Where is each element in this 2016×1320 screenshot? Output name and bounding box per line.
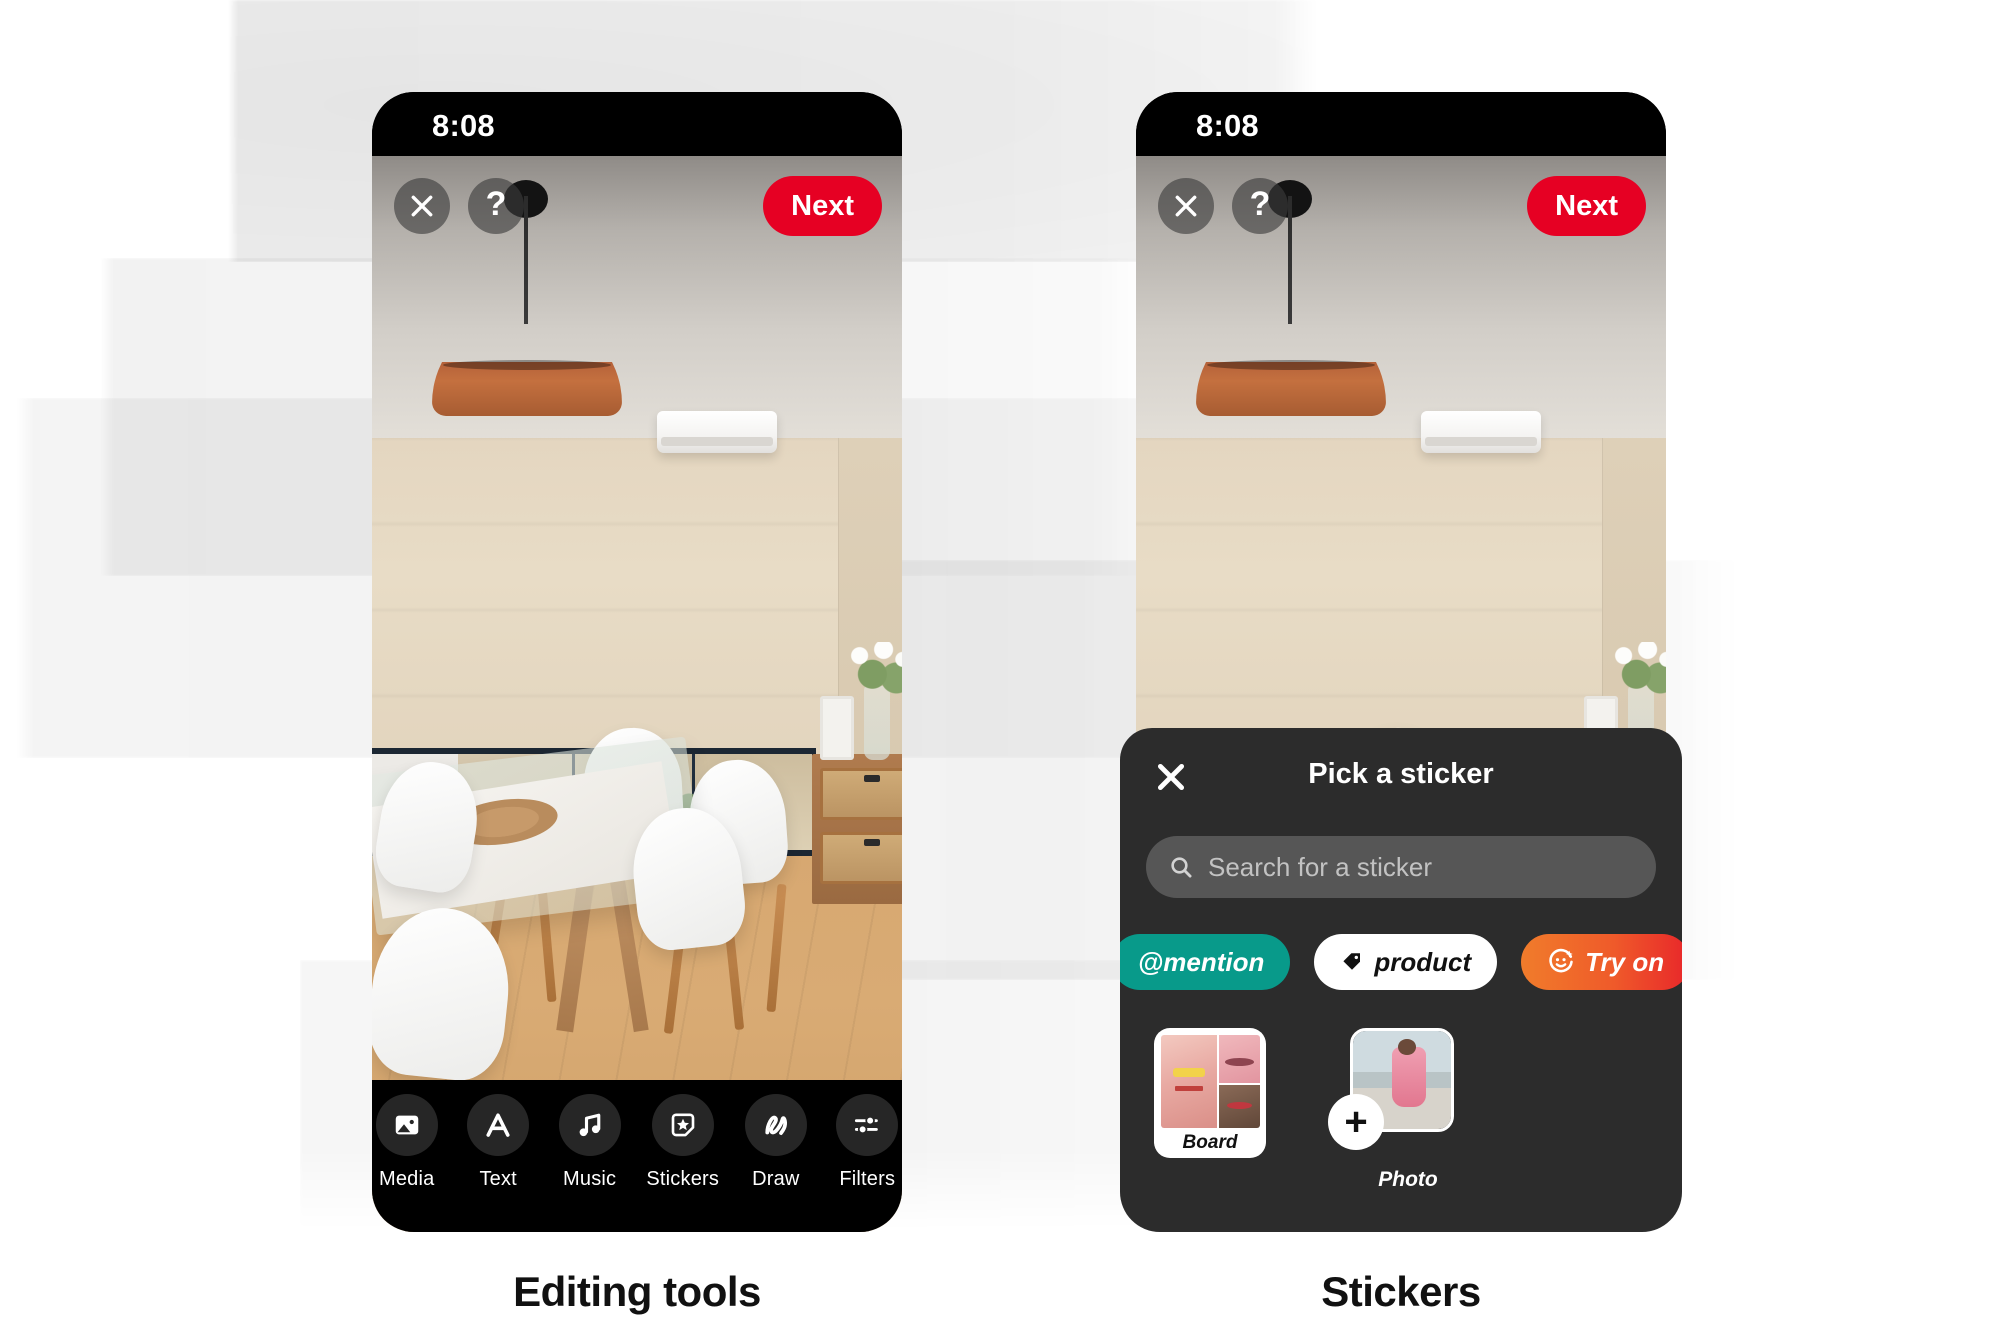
tool-label: Music bbox=[563, 1168, 617, 1190]
sheet-title: Pick a sticker bbox=[1308, 758, 1494, 790]
status-bar-clock: 8:08 bbox=[1196, 108, 1259, 143]
basket-drawer bbox=[820, 832, 902, 884]
sideboard-cabinet bbox=[812, 754, 902, 904]
caption-stickers: Stickers bbox=[1321, 1268, 1481, 1315]
help-button[interactable]: ? bbox=[1232, 178, 1288, 234]
close-button[interactable] bbox=[394, 178, 450, 234]
pill-label: Try on bbox=[1585, 946, 1665, 977]
tool-label: Filters bbox=[839, 1168, 896, 1190]
filters-sliders-icon bbox=[836, 1094, 899, 1156]
tool-media[interactable]: Media bbox=[372, 1094, 441, 1191]
board-sticker: Board bbox=[1154, 1028, 1266, 1158]
smiley-sparkle-icon bbox=[1549, 948, 1573, 973]
tool-label: Stickers bbox=[646, 1168, 720, 1190]
status-bar-clock: 8:08 bbox=[432, 108, 495, 143]
phone-editing-tools: 8:08 ? Next Media Text Music Stickers Dr… bbox=[372, 92, 902, 1232]
board-label: Board bbox=[1182, 1132, 1238, 1153]
sticker-search-placeholder: Search for a sticker bbox=[1208, 851, 1432, 882]
tool-filters[interactable]: Filters bbox=[833, 1094, 902, 1191]
canvas-top-controls: ? Next bbox=[1136, 156, 1666, 252]
sheet-header: Pick a sticker bbox=[1120, 728, 1682, 824]
pill-mention[interactable]: @mention bbox=[1120, 934, 1291, 990]
board-collage bbox=[1161, 1035, 1260, 1128]
flowers bbox=[1606, 642, 1666, 704]
pill-try-on[interactable]: Try on bbox=[1521, 934, 1682, 990]
search-icon bbox=[1171, 857, 1192, 878]
tool-label: Text bbox=[479, 1168, 517, 1190]
photo-canvas[interactable] bbox=[372, 156, 902, 1232]
help-button[interactable]: ? bbox=[468, 178, 524, 234]
status-bar: 8:08 bbox=[372, 92, 902, 156]
next-button[interactable]: Next bbox=[1527, 176, 1646, 236]
photo-label: Photo bbox=[1378, 1168, 1438, 1191]
help-icon: ? bbox=[485, 185, 507, 223]
editing-toolbar: Media Text Music Stickers Draw Filters bbox=[372, 1080, 902, 1232]
sticker-search-input[interactable]: Search for a sticker bbox=[1146, 836, 1656, 898]
close-icon bbox=[411, 195, 433, 217]
basket-drawer bbox=[820, 768, 902, 820]
canvas-top-controls: ? Next bbox=[372, 156, 902, 252]
help-icon: ? bbox=[1249, 185, 1271, 223]
price-tag-icon bbox=[1343, 953, 1361, 970]
sticker-star-icon bbox=[651, 1094, 714, 1156]
pill-product[interactable]: product bbox=[1314, 934, 1498, 990]
text-letter-a-icon bbox=[467, 1094, 530, 1156]
status-bar: 8:08 bbox=[1136, 92, 1666, 156]
sticker-card-board[interactable]: Board bbox=[1154, 1028, 1266, 1158]
mockup-stage: 8:08 ? Next Media Text Music Stickers Dr… bbox=[0, 0, 2016, 1320]
sticker-picker-sheet: Pick a sticker Search for a sticker @men… bbox=[1120, 728, 1682, 1232]
pill-label: @mention bbox=[1137, 946, 1265, 977]
pill-label: product bbox=[1374, 946, 1472, 977]
music-note-icon bbox=[558, 1094, 621, 1156]
collage-image bbox=[1219, 1085, 1260, 1128]
add-photo-button[interactable]: + bbox=[1328, 1094, 1384, 1150]
tool-draw[interactable]: Draw bbox=[741, 1094, 810, 1191]
sticker-card-photo[interactable]: + Photo bbox=[1328, 1028, 1454, 1191]
lantern bbox=[820, 696, 854, 760]
tool-music[interactable]: Music bbox=[555, 1094, 624, 1191]
collage-image bbox=[1219, 1035, 1260, 1083]
flowers bbox=[842, 642, 902, 704]
draw-scribble-icon bbox=[744, 1094, 807, 1156]
air-conditioner bbox=[1421, 411, 1541, 453]
air-conditioner bbox=[657, 411, 777, 453]
media-image-icon bbox=[375, 1094, 438, 1156]
tool-text[interactable]: Text bbox=[463, 1094, 532, 1191]
close-button[interactable] bbox=[1158, 178, 1214, 234]
sticker-card-row: Board + Photo bbox=[1154, 1028, 1454, 1191]
next-button[interactable]: Next bbox=[763, 176, 882, 236]
sticker-category-pills: @mention product Try on bbox=[1120, 934, 1682, 990]
tool-label: Media bbox=[378, 1168, 435, 1190]
caption-editing-tools: Editing tools bbox=[513, 1268, 761, 1315]
close-icon bbox=[1175, 195, 1197, 217]
tool-stickers[interactable]: Stickers bbox=[646, 1094, 719, 1191]
tool-label: Draw bbox=[752, 1168, 800, 1190]
collage-image bbox=[1161, 1035, 1217, 1128]
